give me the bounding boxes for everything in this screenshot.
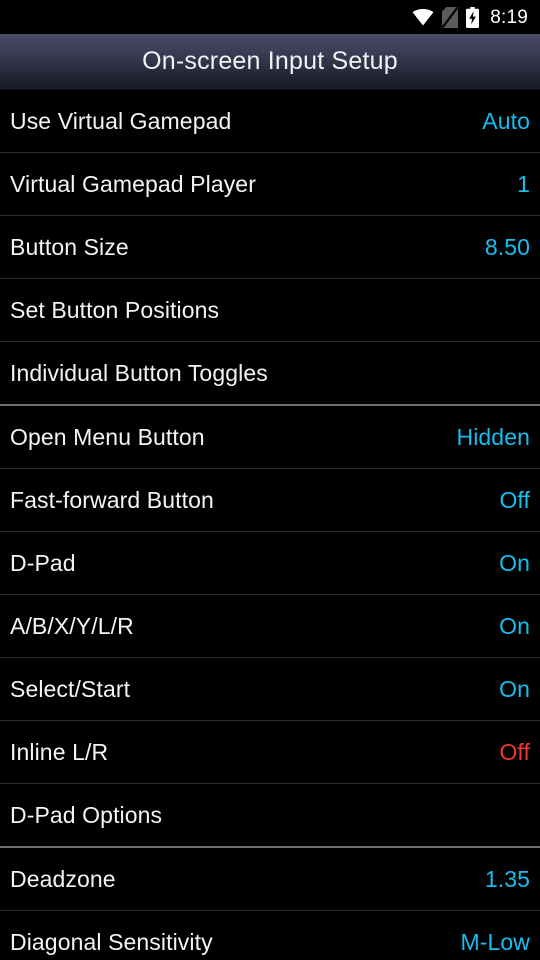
settings-row-select-start[interactable]: Select/Start On [0,658,540,720]
settings-row-value: Off [499,486,530,513]
settings-row-deadzone[interactable]: Deadzone 1.35 [0,848,540,910]
settings-row-abxylr[interactable]: A/B/X/Y/L/R On [0,595,540,657]
settings-row-value: 1 [517,170,530,197]
settings-row-label: Button Size [10,233,129,260]
settings-row-label: Deadzone [10,865,116,892]
settings-row-value: Hidden [456,423,530,450]
settings-row-fast-forward-button[interactable]: Fast-forward Button Off [0,469,540,531]
settings-row-d-pad[interactable]: D-Pad On [0,532,540,594]
settings-list: Use Virtual Gamepad Auto Virtual Gamepad P… [0,90,540,960]
settings-row-value: On [499,549,530,576]
no-sim-icon [442,6,459,28]
settings-row-label: D-Pad [10,549,76,576]
settings-row-value: 8.50 [484,233,530,260]
page-title: On-screen Input Setup [142,47,398,75]
settings-row-d-pad-options[interactable]: D-Pad Options [0,784,540,846]
status-bar: 8:19 [0,0,540,34]
settings-row-open-menu-button[interactable]: Open Menu Button Hidden [0,406,540,468]
settings-row-value: 1.35 [484,865,530,892]
app-screen: 8:19 On-screen Input Setup Use Virtual G… [0,0,540,960]
settings-row-label: Virtual Gamepad Player [10,170,256,197]
settings-row-label: Fast-forward Button [10,486,214,513]
settings-row-inline-lr[interactable]: Inline L/R Off [0,721,540,783]
settings-row-label: A/B/X/Y/L/R [10,612,134,639]
settings-row-label: Set Button Positions [10,296,220,323]
settings-row-individual-button-toggles[interactable]: Individual Button Toggles [0,342,540,404]
settings-row-label: Select/Start [10,675,131,702]
settings-row-value: M-Low [460,928,530,955]
settings-row-virtual-gamepad-player[interactable]: Virtual Gamepad Player 1 [0,153,540,215]
settings-row-value: On [499,612,530,639]
settings-row-use-virtual-gamepad[interactable]: Use Virtual Gamepad Auto [0,90,540,152]
settings-row-set-button-positions[interactable]: Set Button Positions [0,279,540,341]
settings-row-value: Off [499,738,530,765]
settings-row-label: Use Virtual Gamepad [10,107,232,134]
settings-row-button-size[interactable]: Button Size 8.50 [0,216,540,278]
settings-row-value: On [499,675,530,702]
settings-row-value: Auto [482,107,530,134]
settings-row-label: Inline L/R [10,738,109,765]
settings-row-label: Individual Button Toggles [10,359,268,386]
settings-row-diagonal-sensitivity[interactable]: Diagonal Sensitivity M-Low [0,911,540,960]
battery-charging-icon [466,6,480,28]
title-bar: On-screen Input Setup [0,34,540,90]
wifi-icon [412,8,434,26]
settings-row-label: Diagonal Sensitivity [10,928,213,955]
settings-row-label: Open Menu Button [10,423,205,450]
status-bar-clock: 8:19 [490,6,528,28]
settings-row-label: D-Pad Options [10,801,163,828]
